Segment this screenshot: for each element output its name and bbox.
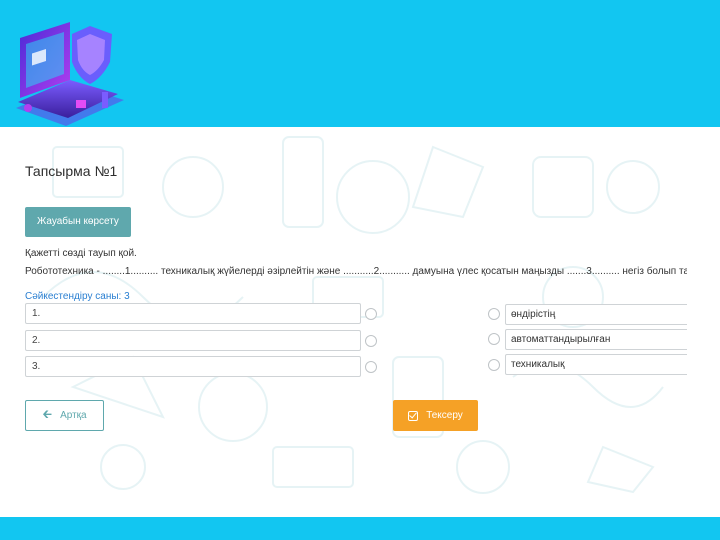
checkbox-icon <box>408 410 419 421</box>
laptop-shield-icon <box>16 22 124 126</box>
option-item[interactable]: өндірістің <box>505 304 687 325</box>
slot-3-connector[interactable] <box>365 361 377 373</box>
instruction-text: Қажетті сөзді тауып қой. <box>25 248 137 259</box>
option-3-connector[interactable] <box>488 359 500 371</box>
bottom-banner <box>0 517 720 540</box>
option-2-connector[interactable] <box>488 333 500 345</box>
answer-slot-3[interactable]: 3. <box>25 356 361 377</box>
back-button-label: Артқа <box>60 410 87 421</box>
slot-2-connector[interactable] <box>365 335 377 347</box>
arrow-left-icon: 🡰 <box>42 407 53 421</box>
option-item[interactable]: техникалық <box>505 354 687 375</box>
match-count-label: Сәйкестендіру саны: 3 <box>25 291 130 302</box>
option-item[interactable]: автоматтандырылған <box>505 329 687 350</box>
page-title: Тапсырма №1 <box>25 163 118 179</box>
option-1-connector[interactable] <box>488 308 500 320</box>
check-button-label: Тексеру <box>426 410 463 421</box>
back-button[interactable]: 🡰 Артқа <box>25 400 104 431</box>
answer-slot-2[interactable]: 2. <box>25 330 361 351</box>
show-answer-button[interactable]: Жауабын көрсету <box>25 207 131 237</box>
task-sentence: Робототехника - ........1.......... техн… <box>25 266 687 277</box>
exercise-panel: Тапсырма №1 Жауабын көрсету Қажетті сөзд… <box>13 127 687 499</box>
check-button[interactable]: Тексеру <box>393 400 478 431</box>
slot-1-connector[interactable] <box>365 308 377 320</box>
answer-slot-1[interactable]: 1. <box>25 303 361 324</box>
